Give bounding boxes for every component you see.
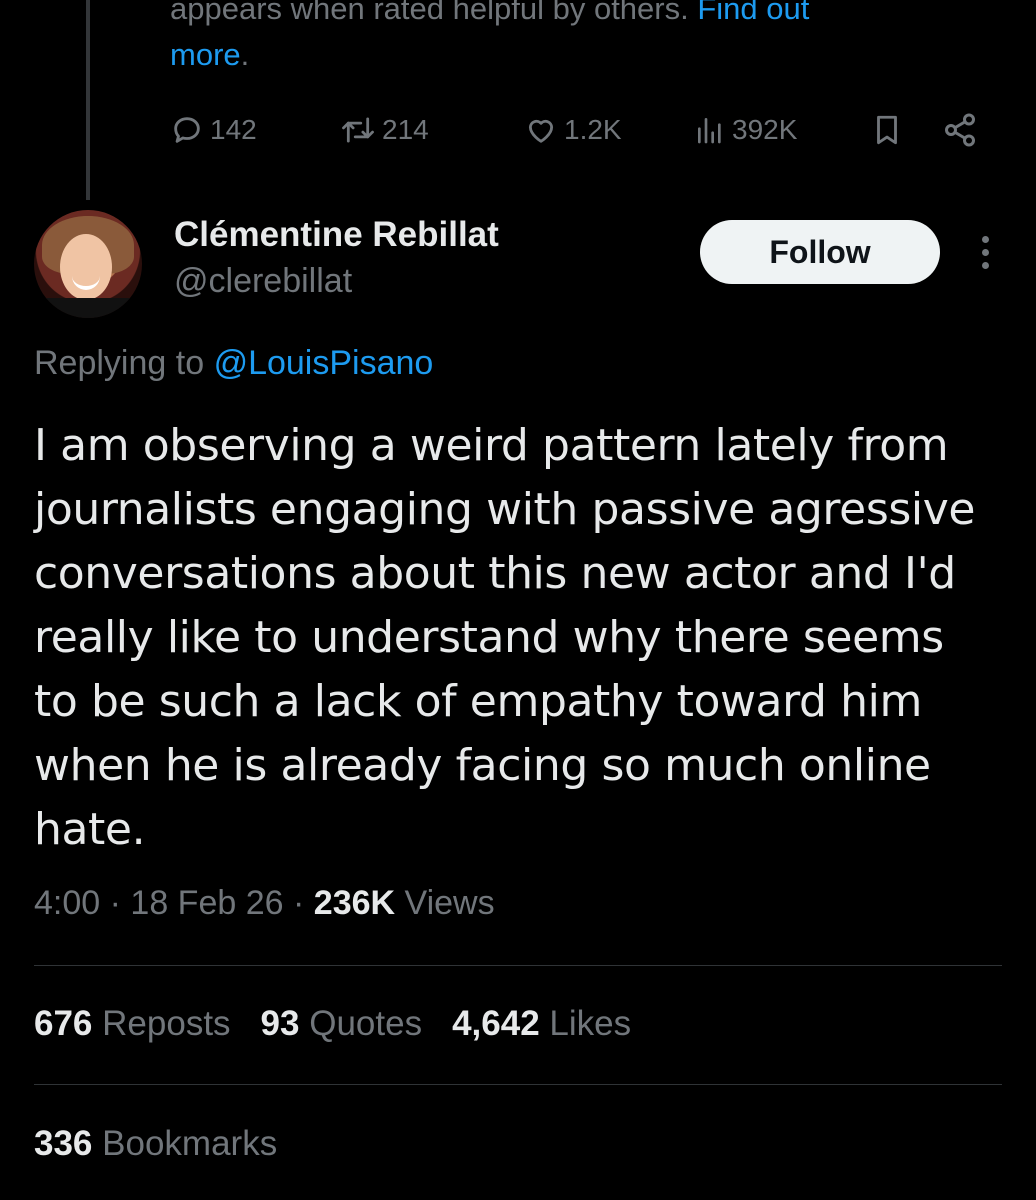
bookmarks-count: 336 — [34, 1124, 93, 1163]
separator-dot: · — [293, 884, 305, 922]
tweet-text-line: to be such a lack of empathy toward him — [34, 676, 922, 727]
thread-connector-line — [86, 0, 90, 200]
tweet-text: I am observing a weird pattern lately fr… — [34, 414, 1014, 862]
follow-button[interactable]: Follow — [700, 220, 940, 284]
tweet-date[interactable]: 18 Feb 26 — [130, 884, 283, 922]
reposts-stat[interactable]: 676 Reposts — [34, 1004, 231, 1043]
separator-dot: · — [109, 884, 121, 922]
views-icon — [698, 118, 721, 144]
share-button[interactable] — [942, 104, 978, 156]
like-button[interactable]: 1.2K — [524, 104, 622, 156]
bookmarks-stat[interactable]: 336 Bookmarks — [34, 1124, 277, 1164]
community-note-footer: appears when rated helpful by others. Fi… — [170, 0, 990, 78]
replying-to-mention-link[interactable]: @LouisPisano — [214, 344, 434, 382]
tweet-views-label: Views — [404, 884, 495, 922]
repost-count: 214 — [382, 114, 429, 145]
repost-icon — [342, 117, 374, 143]
share-icon — [945, 113, 975, 147]
note-period: . — [240, 37, 250, 72]
tweet-text-line: really like to understand why there seem… — [34, 612, 944, 663]
parent-tweet-action-bar: 142 214 1.2K 392K — [170, 104, 1000, 156]
author-display-name[interactable]: Clémentine Rebillat — [174, 215, 499, 255]
divider — [34, 1084, 1002, 1085]
like-count: 1.2K — [564, 114, 622, 145]
quotes-stat[interactable]: 93 Quotes — [261, 1004, 423, 1043]
tweet-text-line: hate. — [34, 804, 146, 855]
like-icon — [528, 119, 554, 143]
tweet-text-line: when he is already facing so much online — [34, 740, 931, 791]
engagement-stats: 676 Reposts 93 Quotes 4,642 Likes — [34, 1004, 631, 1044]
tweet-text-line: journalists engaging with passive agress… — [34, 484, 976, 535]
bookmark-button[interactable] — [870, 104, 904, 156]
repost-button[interactable]: 214 — [340, 104, 429, 156]
author-handle[interactable]: @clerebillat — [174, 262, 352, 301]
reply-button[interactable]: 142 — [170, 104, 257, 156]
more-options-icon[interactable] — [970, 230, 1000, 274]
note-text: appears when rated helpful by others. — [170, 0, 689, 26]
likes-stat[interactable]: 4,642 Likes — [452, 1004, 631, 1043]
avatar[interactable] — [34, 210, 142, 318]
views-button[interactable]: 392K — [694, 104, 797, 156]
views-count: 392K — [732, 114, 798, 145]
divider — [34, 965, 1002, 966]
tweet-text-line: I am observing a weird pattern lately fr… — [34, 420, 949, 471]
replying-to-line: Replying to @LouisPisano — [34, 344, 433, 383]
bookmarks-label: Bookmarks — [102, 1124, 278, 1163]
replying-to-label: Replying to — [34, 344, 205, 382]
reply-count: 142 — [210, 114, 257, 145]
reply-icon — [174, 117, 200, 143]
tweet-views-count: 236K — [313, 884, 396, 922]
tweet-time[interactable]: 4:00 — [34, 884, 100, 922]
tweet-metadata: 4:00 · 18 Feb 26 · 236K Views — [34, 884, 495, 923]
bookmark-icon — [877, 115, 897, 145]
tweet-text-line: conversations about this new actor and I… — [34, 548, 956, 599]
